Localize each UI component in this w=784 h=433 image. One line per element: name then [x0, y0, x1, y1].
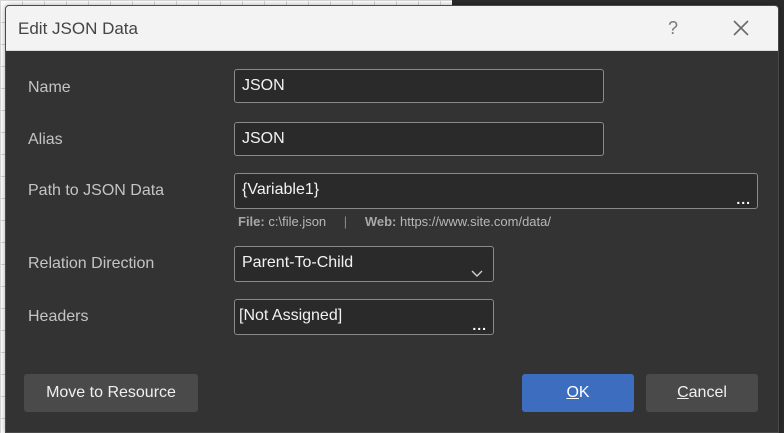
- path-hint: File: c:\file.json | Web: https://www.si…: [238, 214, 551, 229]
- hint-file-key: File:: [238, 214, 265, 229]
- path-value: {Variable1}: [242, 181, 320, 198]
- headers-value: [Not Assigned]: [239, 307, 343, 324]
- cancel-rest: ancel: [688, 384, 727, 401]
- chevron-down-icon[interactable]: [471, 258, 483, 290]
- ok-mnemonic: O: [566, 384, 579, 401]
- hint-web-key: Web:: [364, 214, 397, 229]
- alias-value: JSON: [242, 130, 285, 147]
- move-to-resource-button[interactable]: Move to Resource: [24, 374, 198, 412]
- path-label: Path to JSON Data: [28, 182, 165, 199]
- headers-label: Headers: [28, 308, 89, 325]
- edit-json-dialog: Edit JSON Data ? Name JSON Alias JSON Pa…: [5, 5, 779, 433]
- ok-rest: K: [578, 384, 590, 401]
- dialog-title: Edit JSON Data: [18, 19, 138, 38]
- close-icon[interactable]: [724, 14, 758, 42]
- ellipsis-icon[interactable]: ...: [472, 318, 487, 332]
- headers-field[interactable]: [Not Assigned] ...: [234, 299, 494, 335]
- name-value: JSON: [242, 77, 285, 94]
- relation-label: Relation Direction: [28, 255, 155, 272]
- ellipsis-icon[interactable]: ...: [736, 192, 751, 206]
- help-icon[interactable]: ?: [656, 14, 690, 42]
- name-label: Name: [28, 79, 71, 96]
- alias-label: Alias: [28, 131, 63, 148]
- cancel-button[interactable]: Cancel: [646, 374, 758, 412]
- title-bar: Edit JSON Data ?: [6, 6, 778, 51]
- relation-dropdown[interactable]: Parent-To-Child: [234, 246, 494, 282]
- hint-web-value: https://www.site.com/data/: [399, 214, 551, 229]
- ok-button[interactable]: OK: [522, 374, 634, 412]
- name-field[interactable]: JSON: [234, 69, 604, 103]
- path-field[interactable]: {Variable1} ...: [234, 173, 758, 209]
- alias-field[interactable]: JSON: [234, 122, 604, 156]
- relation-value: Parent-To-Child: [242, 254, 354, 271]
- hint-file-value: c:\file.json: [268, 214, 327, 229]
- cancel-mnemonic: C: [677, 384, 689, 401]
- hint-separator: |: [343, 214, 348, 229]
